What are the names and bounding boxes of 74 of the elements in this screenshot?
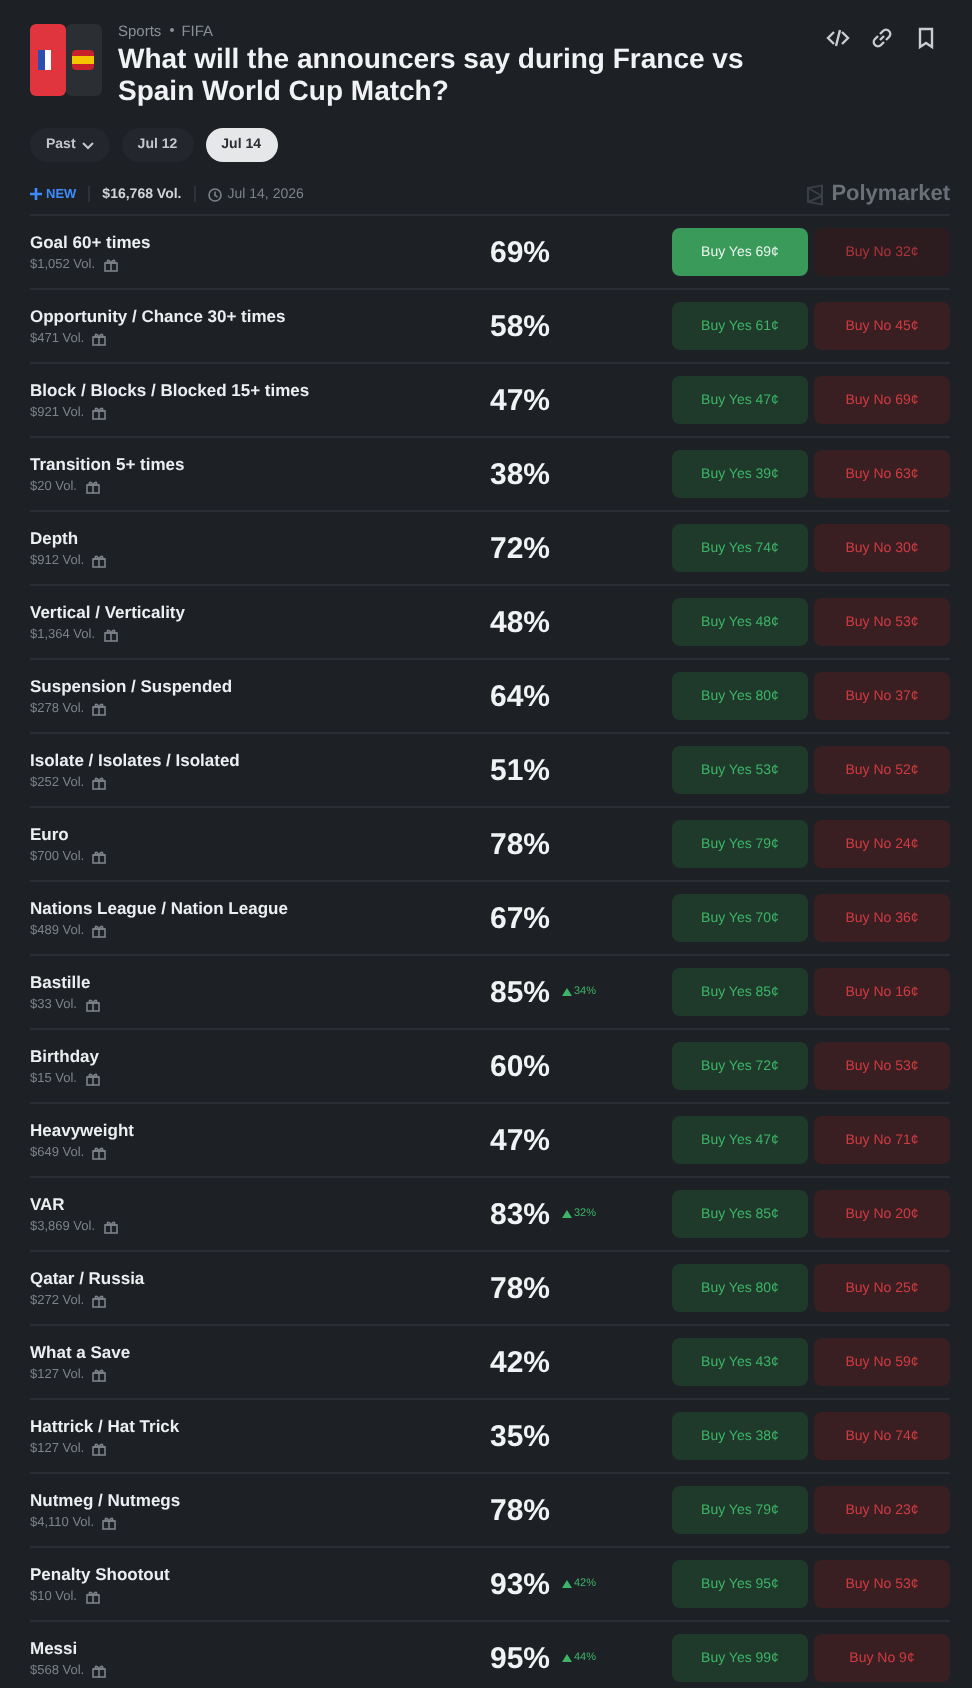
chance-percent: 38% bbox=[490, 457, 553, 491]
chance-percent: 85% bbox=[490, 975, 553, 1009]
chance-percent: 64% bbox=[490, 679, 553, 713]
market-name[interactable]: Euro bbox=[30, 824, 430, 844]
chance-percent: 78% bbox=[490, 827, 553, 861]
brand-name: Polymarket bbox=[831, 182, 950, 206]
up-triangle-icon bbox=[562, 1580, 572, 1588]
plus-icon bbox=[30, 188, 42, 200]
gift-icon bbox=[92, 702, 107, 716]
market-name[interactable]: Nations League / Nation League bbox=[30, 898, 430, 918]
market-name[interactable]: Birthday bbox=[30, 1046, 430, 1066]
chance-percent: 67% bbox=[490, 901, 553, 935]
market-name[interactable]: Suspension / Suspended bbox=[30, 676, 430, 696]
gift-icon bbox=[92, 554, 107, 568]
gift-icon bbox=[92, 850, 107, 864]
gift-icon bbox=[103, 1220, 118, 1234]
market-name[interactable]: Transition 5+ times bbox=[30, 454, 430, 474]
gift-icon bbox=[92, 1442, 107, 1456]
chance-percent: 47% bbox=[490, 1123, 553, 1157]
gift-icon bbox=[92, 776, 107, 790]
up-triangle-icon bbox=[562, 988, 572, 996]
gift-icon bbox=[102, 1516, 117, 1530]
market-name[interactable]: Depth bbox=[30, 528, 430, 548]
market-name[interactable]: Nutmeg / Nutmegs bbox=[30, 1490, 430, 1510]
up-triangle-icon bbox=[562, 1210, 572, 1218]
gift-icon bbox=[85, 1590, 99, 1604]
gift-icon bbox=[92, 924, 107, 938]
bookmark-icon[interactable] bbox=[914, 26, 938, 50]
market-name[interactable]: Bastille bbox=[30, 972, 430, 992]
gift-icon bbox=[92, 1146, 107, 1160]
chance-percent: 48% bbox=[490, 605, 553, 639]
chance-percent: 69% bbox=[490, 235, 553, 269]
market-name[interactable]: Vertical / Verticality bbox=[30, 602, 430, 622]
market-name[interactable]: Isolate / Isolates / Isolated bbox=[30, 750, 430, 770]
chance-percent: 78% bbox=[490, 1271, 553, 1305]
market-name[interactable]: Penalty Shootout bbox=[30, 1564, 430, 1584]
market-name[interactable]: Qatar / Russia bbox=[30, 1268, 430, 1288]
gift-icon bbox=[92, 1664, 107, 1678]
flags-icon bbox=[30, 24, 102, 96]
gift-icon bbox=[92, 406, 107, 420]
market-name[interactable]: Opportunity / Chance 30+ times bbox=[30, 306, 430, 326]
market-name[interactable]: Hattrick / Hat Trick bbox=[30, 1416, 430, 1436]
market-name[interactable]: Heavyweight bbox=[30, 1120, 430, 1140]
market-name[interactable]: Block / Blocks / Blocked 15+ times bbox=[30, 380, 430, 400]
chance-percent: 78% bbox=[490, 1493, 553, 1527]
gift-icon bbox=[103, 258, 118, 272]
chance-percent: 58% bbox=[490, 309, 553, 343]
market-name[interactable]: Messi bbox=[30, 1638, 430, 1658]
market-title: What will the announcers say during France vs Spain World Cup Match? bbox=[118, 42, 746, 106]
clock-icon bbox=[207, 187, 222, 201]
gift-icon bbox=[92, 1368, 107, 1382]
market-name[interactable]: VAR bbox=[30, 1194, 430, 1214]
chance-percent: 83% bbox=[490, 1197, 553, 1231]
gift-icon bbox=[92, 1294, 107, 1308]
chance-percent: 47% bbox=[490, 383, 553, 417]
gift-icon bbox=[85, 1072, 99, 1086]
chance-percent: 72% bbox=[490, 531, 553, 565]
market-name[interactable]: What a Save bbox=[30, 1342, 430, 1362]
gift-icon bbox=[85, 998, 99, 1012]
caret-icon bbox=[81, 141, 94, 149]
chance-percent: 60% bbox=[490, 1049, 553, 1083]
link-icon[interactable] bbox=[870, 26, 894, 50]
chance-percent: 93% bbox=[490, 1567, 553, 1601]
chance-percent: 42% bbox=[490, 1345, 553, 1379]
up-triangle-icon bbox=[562, 1654, 572, 1662]
gift-icon bbox=[103, 628, 118, 642]
gift-icon bbox=[92, 332, 107, 346]
chance-percent: 35% bbox=[490, 1419, 553, 1453]
code-icon[interactable] bbox=[826, 26, 850, 50]
market-name[interactable]: Goal 60+ times bbox=[30, 232, 430, 252]
gift-icon bbox=[85, 480, 99, 494]
chance-percent: 95% bbox=[490, 1641, 553, 1675]
logo-icon bbox=[803, 183, 826, 205]
chance-percent: 51% bbox=[490, 753, 553, 787]
